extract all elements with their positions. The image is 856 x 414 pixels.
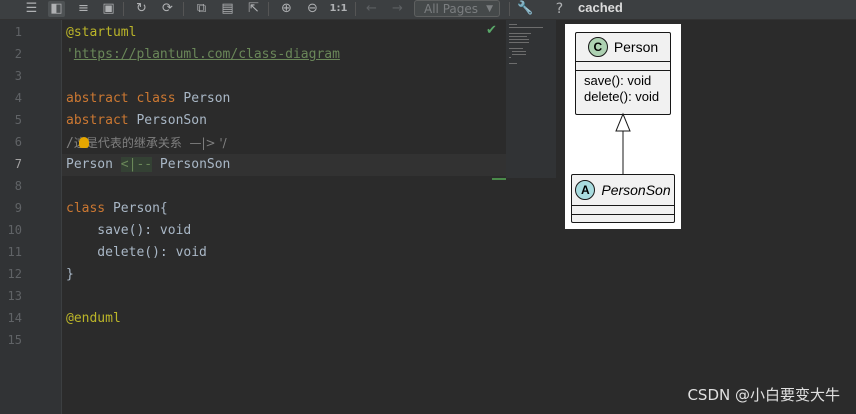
line-number: 9 <box>14 201 22 215</box>
line-number: 13 <box>7 289 22 303</box>
minimap-line <box>509 48 523 49</box>
comment-quote: ' <box>66 47 74 62</box>
code-line: 'https://plantuml.com/class-diagram <box>66 44 340 66</box>
line-number: 14 <box>7 311 22 325</box>
url-link[interactable]: https://plantuml.com/class-diagram <box>74 47 340 62</box>
split-view-icon[interactable]: ◧ <box>48 1 65 17</box>
next-page-icon[interactable]: → <box>389 1 406 17</box>
code-editor[interactable]: ✔ @startuml 'https://plantuml.com/class-… <box>62 20 556 414</box>
line-number: 2 <box>14 47 22 61</box>
class-name: PersonSon <box>136 113 207 128</box>
toolbar-separator <box>183 2 184 16</box>
toolbar: ☰ ◧ ≡ ▣ ↻ ⟳ ⧉ ▤ ⇱ ⊕ ⊖ 1:1 ← → All Pages … <box>0 0 856 20</box>
minimap-line <box>509 24 517 25</box>
uml-diagram: C Person save(): void delete(): void A P… <box>565 24 681 229</box>
class-header: A PersonSon <box>572 175 674 206</box>
line-number: 12 <box>7 267 22 281</box>
minimap-line <box>509 36 527 37</box>
prev-page-icon[interactable]: ← <box>363 1 380 17</box>
checkmark-icon: ✔ <box>486 23 497 38</box>
line-number: 10 <box>7 223 22 237</box>
class-name: PersonSon <box>601 182 671 198</box>
abstract-stereotype-icon: A <box>575 180 596 200</box>
closing-brace: } <box>66 267 74 282</box>
sync-icon[interactable]: ⟳ <box>159 1 176 17</box>
line-number: 4 <box>14 91 22 105</box>
code-line: } <box>66 264 74 286</box>
end-tag: @enduml <box>66 311 121 326</box>
keyword: abstract <box>66 91 129 106</box>
menu-icon[interactable]: ☰ <box>23 1 40 17</box>
method-line: save(): void <box>66 223 192 238</box>
code-line-current: Person <|-- PersonSon <box>66 154 230 176</box>
lightbulb-icon[interactable] <box>79 137 89 148</box>
keyword: class <box>136 91 176 106</box>
watermark: CSDN @小白要变大牛 <box>687 386 840 404</box>
line-number-current: 7 <box>14 157 22 171</box>
export-icon[interactable]: ⇱ <box>245 1 262 17</box>
line-number: 15 <box>7 333 22 347</box>
diagram-preview[interactable]: C Person save(): void delete(): void A P… <box>557 20 856 414</box>
minimap-line <box>509 33 531 34</box>
minimap-line <box>509 42 529 43</box>
code-line: @startuml <box>66 22 136 44</box>
dropdown-icon: ▼ <box>486 4 493 14</box>
zoom-out-icon[interactable]: ⊖ <box>304 1 321 17</box>
list-icon[interactable]: ≡ <box>75 1 92 17</box>
code-line: delete(): void <box>66 242 207 264</box>
help-icon[interactable]: ? <box>551 1 568 17</box>
class-ref: PersonSon <box>152 157 231 172</box>
line-number: 8 <box>14 179 22 193</box>
minimap-line <box>509 63 517 64</box>
line-number: 5 <box>14 113 22 127</box>
class-name: Person <box>183 91 231 106</box>
keyword: abstract <box>66 113 129 128</box>
fields-section <box>572 206 674 215</box>
code-line: / 这是代表的继承关系 —|> '/ <box>66 132 227 155</box>
save-icon[interactable]: ▤ <box>219 1 236 17</box>
minimap-line <box>512 54 526 55</box>
comment-text: 这是代表的继承关系 —|> '/ <box>73 136 227 150</box>
pages-select[interactable]: All Pages ▼ <box>414 0 500 17</box>
image-icon[interactable]: ▣ <box>100 1 117 17</box>
code-line: @enduml <box>66 308 121 330</box>
start-tag: @startuml <box>66 25 137 40</box>
toolbar-separator <box>509 2 510 16</box>
scroll-marker <box>492 178 506 180</box>
class-box-personson: A PersonSon <box>571 174 675 223</box>
refresh-icon[interactable]: ↻ <box>133 1 150 17</box>
status-label: cached <box>578 0 623 15</box>
settings-icon[interactable]: 🔧 <box>517 1 534 17</box>
line-number: 1 <box>14 25 22 39</box>
actual-size-button[interactable]: 1:1 <box>330 1 348 17</box>
code-line: save(): void <box>66 220 191 242</box>
code-line: abstract PersonSon <box>66 110 207 132</box>
line-number: 3 <box>14 69 22 83</box>
toolbar-separator <box>123 2 124 16</box>
inheritance-arrow: <|-- <box>120 157 153 172</box>
minimap-line <box>512 51 526 52</box>
class-ref: Person <box>66 157 121 172</box>
toolbar-separator <box>268 2 269 16</box>
comment-prefix: / <box>66 136 74 151</box>
line-number-gutter: 1 2 3 4 5 6 7 8 9 10 11 12 13 14 15 <box>0 20 62 414</box>
minimap-line <box>509 57 511 58</box>
toolbar-separator <box>355 2 356 16</box>
method-line: delete(): void <box>66 245 207 260</box>
methods-section <box>572 215 674 222</box>
line-number: 6 <box>14 135 22 149</box>
class-name: Person{ <box>105 201 168 216</box>
pages-select-value: All Pages <box>424 2 478 16</box>
copy-icon[interactable]: ⧉ <box>193 1 210 17</box>
code-minimap[interactable] <box>506 20 556 178</box>
minimap-line <box>509 27 543 28</box>
keyword: class <box>66 201 106 216</box>
code-line: abstract class Person <box>66 88 230 110</box>
zoom-in-icon[interactable]: ⊕ <box>278 1 295 17</box>
line-number: 11 <box>7 245 22 259</box>
minimap-line <box>509 39 529 40</box>
code-line: class Person{ <box>66 198 168 220</box>
